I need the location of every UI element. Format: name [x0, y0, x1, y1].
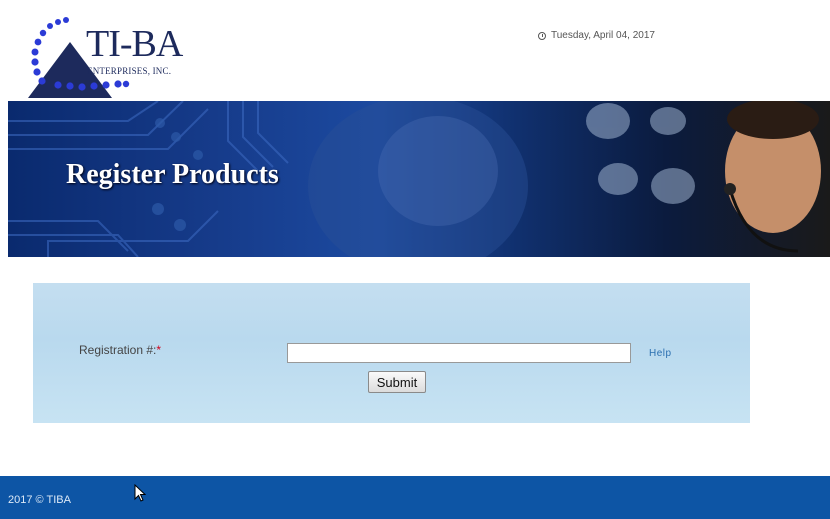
company-logo[interactable]: TI-BA ENTERPRISES, INC. [28, 14, 198, 98]
banner-title: Register Products [66, 159, 279, 190]
registration-label-text: Registration #: [79, 343, 157, 357]
clock-icon [538, 31, 546, 40]
page-header: TI-BA ENTERPRISES, INC. Tuesday, April 0… [0, 0, 830, 100]
required-marker: * [156, 343, 162, 357]
page-banner: Register Products [8, 101, 830, 257]
current-date: Tuesday, April 04, 2017 [538, 30, 655, 41]
date-text: Tuesday, April 04, 2017 [551, 30, 655, 41]
logo-subtitle: ENTERPRISES, INC. [87, 66, 172, 76]
submit-button[interactable]: Submit [368, 371, 426, 393]
page-footer: 2017 © TIBA [0, 476, 830, 519]
mouse-cursor-icon [134, 484, 146, 502]
registration-form: Registration #:* Help Submit [33, 283, 750, 423]
registration-label: Registration #:* [79, 343, 161, 357]
registration-number-input[interactable] [287, 343, 631, 363]
help-link[interactable]: Help [649, 348, 672, 359]
logo-title: TI-BA [86, 23, 183, 65]
copyright-text: 2017 © TIBA [8, 494, 71, 506]
